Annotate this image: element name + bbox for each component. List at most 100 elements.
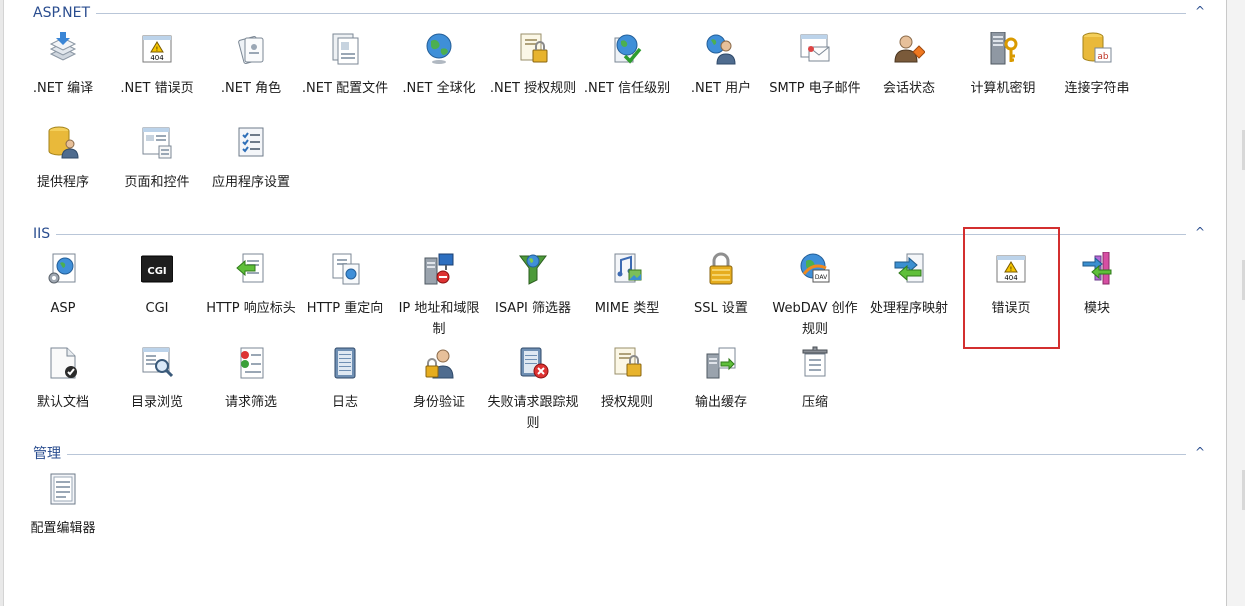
feature-mime-types[interactable]: MIME 类型 [581, 252, 673, 342]
smtp-email-icon [800, 34, 830, 62]
section-title: 管理 [33, 446, 67, 462]
right-scroll-strip[interactable] [1226, 0, 1245, 606]
feature-asp[interactable]: ASP [17, 252, 109, 342]
mime-types-icon [614, 253, 642, 283]
left-border [0, 0, 4, 606]
feature-smtp-email[interactable]: SMTP 电子邮件 [769, 32, 861, 122]
collapse-icon[interactable]: ^ [1192, 3, 1208, 19]
feature-label: 请求筛选 [224, 395, 277, 410]
feature-label: .NET 配置文件 [301, 81, 389, 96]
pages-controls-icon [142, 127, 172, 159]
webdav-icon-text: DAV [815, 274, 828, 281]
feature-dotnet-compile[interactable]: .NET 编译 [17, 32, 109, 122]
section-divider [33, 234, 1186, 235]
http-headers-icon [236, 253, 264, 283]
feature-label: WebDAV 创作规则 [772, 301, 858, 337]
session-state-icon [894, 35, 925, 63]
authentication-icon [425, 349, 454, 379]
modules-icon [1082, 252, 1112, 285]
feature-dotnet-trust-level[interactable]: .NET 信任级别 [581, 32, 673, 122]
feature-label: 页面和控件 [124, 175, 190, 190]
http-redirect-icon [332, 253, 360, 285]
feature-label: ISAPI 筛选器 [494, 301, 572, 316]
failed-request-tracing-icon [520, 347, 549, 379]
feature-label: ASP [50, 301, 76, 316]
compression-icon [802, 346, 828, 377]
feature-default-document[interactable]: 默认文档 [17, 346, 109, 436]
feature-label: .NET 信任级别 [583, 81, 671, 96]
providers-icon [48, 126, 79, 159]
feature-handler-mappings[interactable]: 处理程序映射 [863, 252, 955, 342]
feature-label: 默认文档 [36, 395, 89, 410]
feature-label: .NET 错误页 [120, 81, 194, 96]
error-404-icon: ! 404 [142, 35, 172, 63]
icon-text-404: 404 [150, 54, 164, 62]
logging-icon [334, 347, 356, 379]
feature-ip-domain-restrictions[interactable]: IP 地址和域限制 [393, 252, 485, 342]
feature-label: IP 地址和域限制 [398, 301, 480, 337]
feature-modules[interactable]: 模块 [1051, 252, 1143, 342]
feature-label: 计算机密钥 [970, 81, 1036, 96]
feature-machine-key[interactable]: 计算机密钥 [957, 32, 1049, 122]
feature-label: MIME 类型 [594, 301, 660, 316]
isapi-filter-icon [519, 254, 547, 285]
feature-label: SSL 设置 [694, 301, 748, 316]
feature-error-pages[interactable]: ! 404 错误页 [965, 252, 1057, 342]
collapse-icon[interactable]: ^ [1192, 444, 1208, 460]
feature-dotnet-users[interactable]: .NET 用户 [675, 32, 767, 122]
feature-dotnet-error-pages[interactable]: ! 404 .NET 错误页 [111, 32, 203, 122]
feature-authentication[interactable]: 身份验证 [393, 346, 485, 436]
feature-label: 应用程序设置 [211, 175, 290, 190]
authorization-rules-icon [614, 347, 642, 377]
webdav-icon: DAV [800, 253, 830, 283]
section-title: IIS [33, 226, 57, 242]
feature-session-state[interactable]: 会话状态 [863, 32, 955, 122]
feature-dotnet-profile[interactable]: .NET 配置文件 [299, 32, 391, 122]
feature-label: .NET 全球化 [402, 81, 476, 96]
feature-configuration-editor[interactable]: 配置编辑器 [17, 472, 109, 562]
feature-label: CGI [145, 301, 169, 316]
feature-label: 目录浏览 [130, 395, 183, 410]
feature-isapi-filters[interactable]: ISAPI 筛选器 [487, 252, 579, 342]
ssl-lock-icon [709, 252, 733, 285]
feature-authorization-rules[interactable]: 授权规则 [581, 346, 673, 436]
feature-compression[interactable]: 压缩 [769, 346, 861, 436]
feature-dotnet-globalization[interactable]: .NET 全球化 [393, 32, 485, 122]
section-header-aspnet: ASP.NET ^ [33, 3, 1208, 21]
app-settings-icon [238, 127, 264, 157]
default-document-icon [50, 347, 77, 379]
directory-browsing-icon [142, 347, 173, 378]
feature-providers[interactable]: 提供程序 [17, 126, 109, 216]
output-caching-icon [706, 347, 736, 379]
feature-http-redirect[interactable]: HTTP 重定向 [299, 252, 391, 342]
feature-label: 模块 [1083, 301, 1110, 316]
feature-ssl-settings[interactable]: SSL 设置 [675, 252, 767, 342]
section-divider [33, 13, 1186, 14]
configuration-editor-icon [50, 473, 76, 505]
globe-icon [426, 33, 452, 64]
dotnet-compile-icon [49, 32, 77, 61]
trust-level-icon [614, 34, 642, 64]
connection-string-icon: ab [1082, 32, 1112, 63]
feature-label: 提供程序 [36, 175, 89, 190]
feature-label: 输出缓存 [694, 395, 747, 410]
feature-output-caching[interactable]: 输出缓存 [675, 346, 767, 436]
feature-failed-request-tracing[interactable]: 失败请求跟踪规则 [487, 346, 579, 436]
feature-dotnet-auth-rules[interactable]: .NET 授权规则 [487, 32, 579, 122]
feature-app-settings[interactable]: 应用程序设置 [205, 126, 297, 216]
feature-pages-controls[interactable]: 页面和控件 [111, 126, 203, 216]
icon-text-404: 404 [1004, 274, 1018, 282]
error-pages-icon: ! 404 [996, 255, 1026, 283]
feature-webdav-authoring[interactable]: DAV WebDAV 创作规则 [769, 252, 861, 342]
feature-connection-strings[interactable]: ab 连接字符串 [1051, 32, 1143, 122]
feature-http-response-headers[interactable]: HTTP 响应标头 [205, 252, 297, 342]
feature-logging[interactable]: 日志 [299, 346, 391, 436]
feature-label: 会话状态 [882, 81, 935, 96]
feature-cgi[interactable]: CGI CGI [111, 252, 203, 342]
asp-icon [48, 253, 76, 284]
section-header-management: 管理 ^ [33, 444, 1208, 462]
collapse-icon[interactable]: ^ [1192, 224, 1208, 240]
feature-dotnet-roles[interactable]: .NET 角色 [205, 32, 297, 122]
feature-request-filtering[interactable]: 请求筛选 [205, 346, 297, 436]
feature-directory-browsing[interactable]: 目录浏览 [111, 346, 203, 436]
